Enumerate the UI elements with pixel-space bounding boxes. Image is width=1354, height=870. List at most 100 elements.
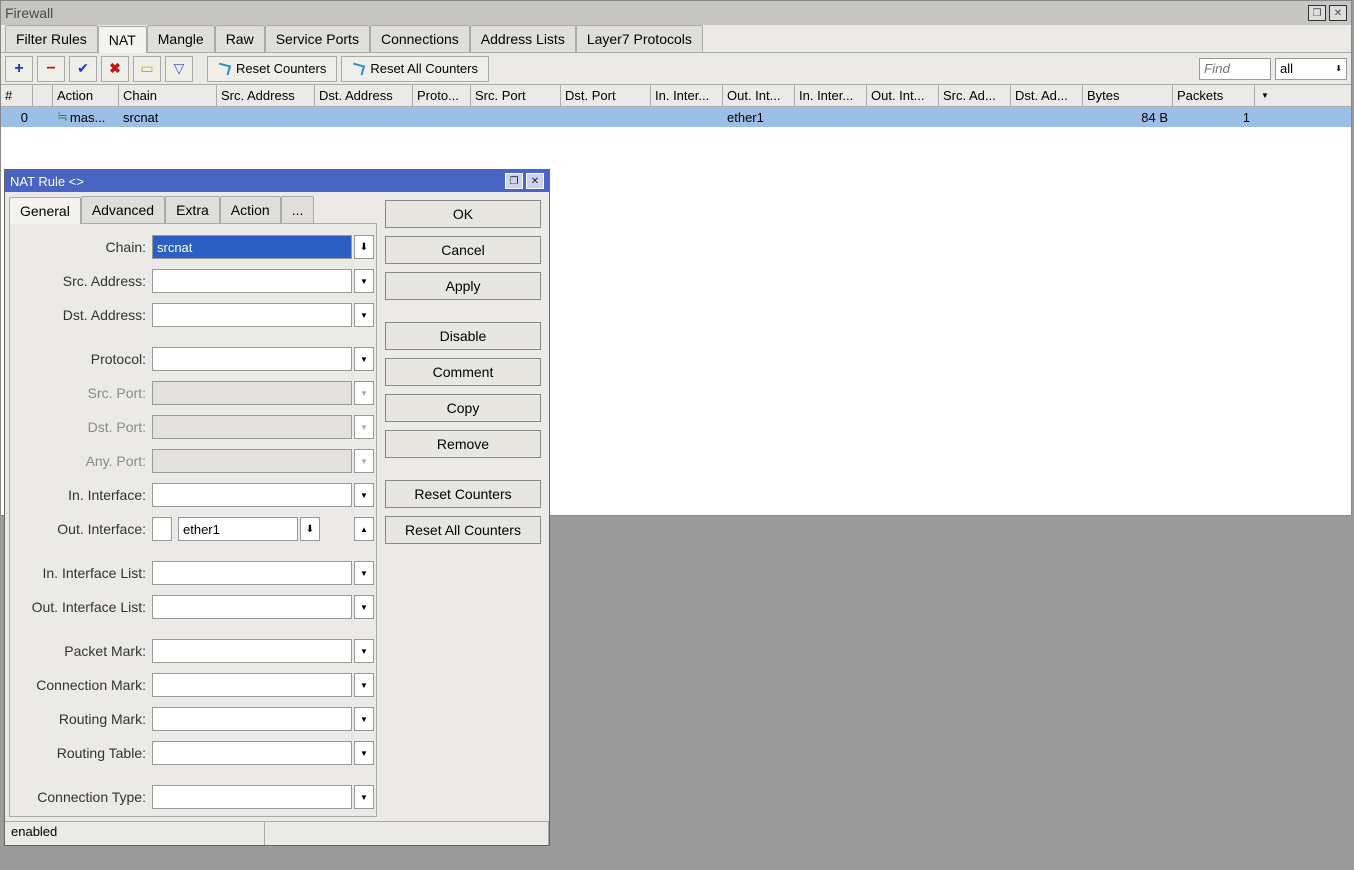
masquerade-icon: ≒ — [57, 109, 68, 125]
reset-counters-button[interactable]: Reset Counters — [207, 56, 337, 82]
packet-mark-expand[interactable] — [354, 639, 374, 663]
table-row[interactable]: 0 ≒mas... srcnat ether1 84 B 1 — [1, 107, 1351, 127]
dialog-maximize-button[interactable]: ❐ — [505, 173, 523, 189]
remove-button[interactable]: − — [37, 56, 65, 82]
cell-proto — [413, 107, 471, 127]
col-bytes[interactable]: Bytes — [1083, 85, 1173, 106]
col-flag[interactable] — [33, 85, 53, 106]
dst-address-expand[interactable] — [354, 303, 374, 327]
in-interface-list-input[interactable] — [152, 561, 352, 585]
col-src-address-list[interactable]: Src. Ad... — [939, 85, 1011, 106]
routing-table-expand[interactable] — [354, 741, 374, 765]
dialog-tab-more[interactable]: ... — [281, 196, 315, 223]
routing-mark-expand[interactable] — [354, 707, 374, 731]
col-packets[interactable]: Packets — [1173, 85, 1255, 106]
disable-button[interactable]: ✖ — [101, 56, 129, 82]
table-header: # Action Chain Src. Address Dst. Address… — [1, 85, 1351, 107]
dialog-tab-action[interactable]: Action — [220, 196, 281, 223]
in-interface-input[interactable] — [152, 483, 352, 507]
filter-button[interactable]: ▽ — [165, 56, 193, 82]
col-out-interface[interactable]: Out. Int... — [723, 85, 795, 106]
connection-type-input[interactable] — [152, 785, 352, 809]
reset-counters-button[interactable]: Reset Counters — [385, 480, 541, 508]
dst-port-label: Dst. Port: — [12, 419, 152, 435]
col-chain[interactable]: Chain — [119, 85, 217, 106]
tab-raw[interactable]: Raw — [215, 25, 265, 52]
col-src-address[interactable]: Src. Address — [217, 85, 315, 106]
firewall-maximize-button[interactable]: ❐ — [1308, 5, 1326, 21]
col-dst-address[interactable]: Dst. Address — [315, 85, 413, 106]
dialog-tab-general[interactable]: General — [9, 197, 81, 224]
routing-mark-input[interactable] — [152, 707, 352, 731]
tab-mangle[interactable]: Mangle — [147, 25, 215, 52]
connection-type-expand[interactable] — [354, 785, 374, 809]
packet-mark-label: Packet Mark: — [12, 643, 152, 659]
in-interface-list-expand[interactable] — [354, 561, 374, 585]
column-menu-button[interactable] — [1255, 85, 1275, 106]
enable-button[interactable]: ✔ — [69, 56, 97, 82]
chain-input[interactable]: srcnat — [152, 235, 352, 259]
src-address-input[interactable] — [152, 269, 352, 293]
cell-chain: srcnat — [119, 107, 217, 127]
col-in-interface[interactable]: In. Inter... — [651, 85, 723, 106]
packet-mark-input[interactable] — [152, 639, 352, 663]
routing-table-input[interactable] — [152, 741, 352, 765]
add-button[interactable]: + — [5, 56, 33, 82]
copy-button[interactable]: Copy — [385, 394, 541, 422]
tab-connections[interactable]: Connections — [370, 25, 470, 52]
chain-dropdown[interactable] — [354, 235, 374, 259]
any-port-expand — [354, 449, 374, 473]
disable-button[interactable]: Disable — [385, 322, 541, 350]
protocol-expand[interactable] — [354, 347, 374, 371]
tab-service-ports[interactable]: Service Ports — [265, 25, 370, 52]
src-address-expand[interactable] — [354, 269, 374, 293]
any-port-label: Any. Port: — [12, 453, 152, 469]
dialog-close-button[interactable]: ✕ — [526, 173, 544, 189]
tab-layer7[interactable]: Layer7 Protocols — [576, 25, 703, 52]
cancel-button[interactable]: Cancel — [385, 236, 541, 264]
dialog-buttons: OK Cancel Apply Disable Comment Copy Rem… — [381, 192, 549, 821]
protocol-input[interactable] — [152, 347, 352, 371]
out-interface-list-input[interactable] — [152, 595, 352, 619]
firewall-title: Firewall — [5, 5, 1305, 21]
out-interface-collapse[interactable] — [354, 517, 374, 541]
out-interface-input[interactable]: ether1 — [178, 517, 298, 541]
cell-in-if-list — [795, 107, 867, 127]
connection-type-label: Connection Type: — [12, 789, 152, 805]
tab-nat[interactable]: NAT — [98, 26, 147, 53]
in-interface-expand[interactable] — [354, 483, 374, 507]
col-dst-port[interactable]: Dst. Port — [561, 85, 651, 106]
dialog-tab-extra[interactable]: Extra — [165, 196, 220, 223]
dialog-tab-advanced[interactable]: Advanced — [81, 196, 165, 223]
tab-address-lists[interactable]: Address Lists — [470, 25, 576, 52]
connection-mark-expand[interactable] — [354, 673, 374, 697]
comment-button[interactable]: Comment — [385, 358, 541, 386]
find-input[interactable] — [1199, 58, 1271, 80]
col-out-interface-list[interactable]: Out. Int... — [867, 85, 939, 106]
reset-all-counters-button[interactable]: Reset All Counters — [341, 56, 489, 82]
out-interface-list-expand[interactable] — [354, 595, 374, 619]
cell-dst-port — [561, 107, 651, 127]
col-dst-address-list[interactable]: Dst. Ad... — [1011, 85, 1083, 106]
out-interface-dropdown[interactable] — [300, 517, 320, 541]
col-src-port[interactable]: Src. Port — [471, 85, 561, 106]
col-in-interface-list[interactable]: In. Inter... — [795, 85, 867, 106]
comment-button[interactable]: ▭ — [133, 56, 161, 82]
col-action[interactable]: Action — [53, 85, 119, 106]
firewall-close-button[interactable]: ✕ — [1329, 5, 1347, 21]
ok-button[interactable]: OK — [385, 200, 541, 228]
reset-all-counters-button[interactable]: Reset All Counters — [385, 516, 541, 544]
tab-filter-rules[interactable]: Filter Rules — [5, 25, 98, 52]
col-num[interactable]: # — [1, 85, 33, 106]
dst-address-input[interactable] — [152, 303, 352, 327]
apply-button[interactable]: Apply — [385, 272, 541, 300]
cell-src-addr — [217, 107, 315, 127]
src-port-input — [152, 381, 352, 405]
x-icon: ✖ — [109, 60, 121, 77]
connection-mark-input[interactable] — [152, 673, 352, 697]
firewall-titlebar: Firewall ❐ ✕ — [1, 1, 1351, 25]
filter-select[interactable]: all⬇ — [1275, 58, 1347, 80]
out-interface-not-checkbox[interactable] — [152, 517, 172, 541]
remove-button[interactable]: Remove — [385, 430, 541, 458]
col-proto[interactable]: Proto... — [413, 85, 471, 106]
